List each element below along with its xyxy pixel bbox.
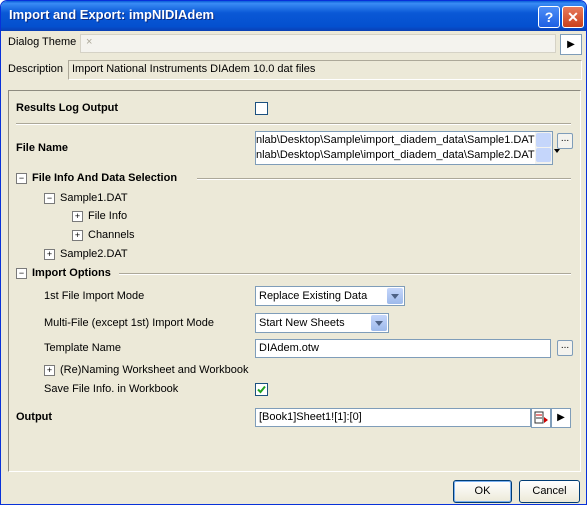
file-name-line-2: nlab\Desktop\Sample\import_diadem_data\S… (256, 149, 535, 161)
collapse-file-info-icon[interactable]: − (16, 173, 27, 184)
description-text: Import National Instruments DIAdem 10.0 … (72, 63, 316, 75)
import-options-label: Import Options (32, 267, 111, 279)
title-bar[interactable]: Import and Export: impNIDIAdem ? ✕ (1, 1, 586, 31)
expand-file-info-icon[interactable]: + (72, 211, 83, 222)
tree-channels[interactable]: Channels (88, 229, 134, 241)
separator (16, 123, 571, 125)
scroll-down-icon[interactable] (536, 148, 551, 162)
scroll-up-icon[interactable] (536, 133, 551, 147)
dialog-theme-label: Dialog Theme (8, 36, 77, 48)
results-log-checkbox[interactable] (255, 102, 268, 115)
file-name-line-1: nlab\Desktop\Sample\import_diadem_data\S… (256, 134, 535, 146)
theme-menu-button[interactable]: ▶ (560, 34, 582, 55)
first-mode-value: Replace Existing Data (259, 290, 368, 302)
file-name-list[interactable]: nlab\Desktop\Sample\import_diadem_data\S… (255, 131, 553, 165)
tree-file-info[interactable]: File Info (88, 210, 127, 222)
file-browse-button[interactable]: ... (557, 133, 573, 149)
section-rule (119, 273, 571, 275)
expand-channels-icon[interactable]: + (72, 230, 83, 241)
template-name-label: Template Name (44, 342, 122, 354)
first-mode-select[interactable]: Replace Existing Data (255, 286, 405, 306)
multi-mode-value: Start New Sheets (259, 317, 345, 329)
window-title: Import and Export: impNIDIAdem (9, 7, 215, 22)
template-name-value: DIAdem.otw (259, 342, 319, 354)
dialog-window: Import and Export: impNIDIAdem ? ✕ Dialo… (0, 0, 587, 505)
save-info-label: Save File Info. in Workbook (44, 383, 179, 395)
output-input[interactable]: [Book1]Sheet1![1]:[0] (255, 408, 531, 427)
multi-mode-label: Multi-File (except 1st) Import Mode (44, 317, 214, 329)
file-info-section-label: File Info And Data Selection (32, 172, 178, 184)
tree-sample2[interactable]: Sample2.DAT (60, 248, 128, 260)
description-box: Import National Instruments DIAdem 10.0 … (68, 60, 582, 80)
tree-sample1[interactable]: Sample1.DAT (60, 192, 128, 204)
output-value: [Book1]Sheet1![1]:[0] (259, 411, 362, 423)
checkmark-icon (257, 385, 266, 394)
multi-mode-select[interactable]: Start New Sheets (255, 313, 389, 333)
file-name-label: File Name (16, 142, 68, 154)
expand-renaming-icon[interactable]: + (44, 365, 55, 376)
output-label: Output (16, 411, 53, 423)
template-name-input[interactable]: DIAdem.otw (255, 339, 551, 358)
expand-sample2-icon[interactable]: + (44, 249, 55, 260)
collapse-import-options-icon[interactable]: − (16, 268, 27, 279)
collapse-sample1-icon[interactable]: − (44, 193, 55, 204)
save-info-checkbox[interactable] (255, 383, 268, 396)
file-name-dropdown-icon[interactable] (554, 149, 560, 153)
close-button[interactable]: ✕ (562, 6, 584, 28)
output-menu-button[interactable]: ▶ (551, 408, 571, 428)
renaming-label[interactable]: (Re)Naming Worksheet and Workbook (60, 364, 249, 376)
ok-button[interactable]: OK (453, 480, 512, 503)
first-mode-label: 1st File Import Mode (44, 290, 145, 302)
cancel-button[interactable]: Cancel (519, 480, 580, 503)
template-browse-button[interactable]: ... (557, 340, 573, 356)
dialog-theme-value: × (86, 36, 93, 48)
file-name-scrollbar[interactable] (535, 132, 552, 164)
chevron-down-icon[interactable] (371, 315, 387, 331)
help-button[interactable]: ? (538, 6, 560, 28)
section-rule (197, 178, 571, 180)
results-log-label: Results Log Output (16, 102, 119, 114)
chevron-down-icon[interactable] (387, 288, 403, 304)
dialog-theme-combo[interactable]: × (80, 34, 556, 53)
output-picker-icon[interactable] (531, 408, 551, 428)
description-label: Description (8, 63, 64, 75)
